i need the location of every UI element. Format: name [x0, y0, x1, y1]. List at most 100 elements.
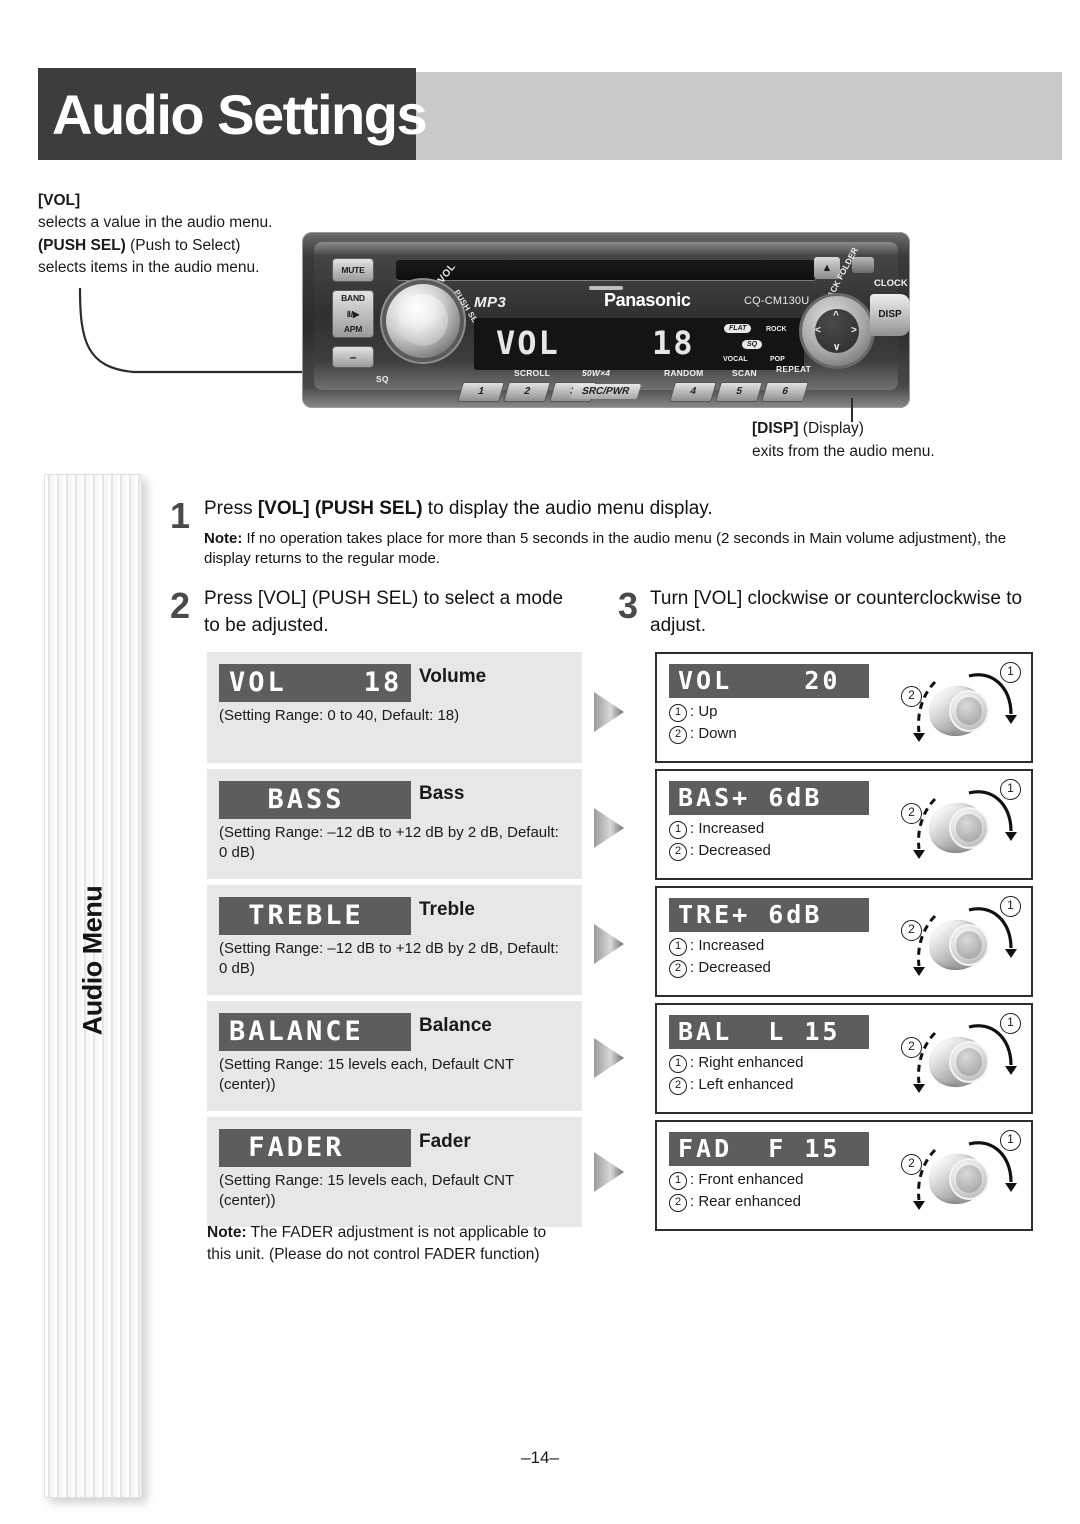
- disp-callout-key-suffix: (Display): [798, 420, 864, 437]
- minus-button[interactable]: –: [332, 346, 374, 368]
- result-card-treble: TRE+ 6dB 1: Increased 2: Decreased 1 2: [655, 886, 1033, 997]
- result-lcd-volume: VOL 20: [669, 664, 869, 698]
- scan-label: SCAN: [732, 368, 757, 378]
- flow-arrow-3: [594, 924, 624, 964]
- release-button[interactable]: [852, 257, 874, 273]
- legend-circle-1: 1: [669, 1055, 687, 1073]
- navigation-pad[interactable]: ^ ∨ < >: [802, 296, 872, 366]
- preset-button-4[interactable]: 4: [669, 382, 717, 402]
- result-legend-fader-text1: : Front enhanced: [690, 1171, 804, 1188]
- vol-callout-key2: (PUSH SEL): [38, 236, 126, 254]
- step-1-number: 1: [170, 495, 191, 536]
- step-1-note-text: If no operation takes place for more tha…: [204, 529, 1007, 568]
- result-legend-bass-text1: : Increased: [690, 820, 765, 837]
- menu-sub-bass: (Setting Range: –12 dB to +12 dB by 2 dB…: [219, 824, 559, 862]
- step-3-bold-a: [VOL]: [693, 588, 743, 609]
- menu-title-bass: Bass: [419, 783, 465, 804]
- result-lcd-treble: TRE+ 6dB: [669, 898, 869, 932]
- disp-callout-key: [DISP]: [752, 420, 799, 437]
- result-card-balance: BAL L 15 1: Right enhanced 2: Left enhan…: [655, 1003, 1033, 1114]
- vol-callout-line1: selects a value in the audio menu.: [38, 214, 273, 232]
- nav-down-icon[interactable]: ∨: [833, 342, 840, 353]
- band-button-sub1: Ⅱ/▶: [346, 308, 360, 319]
- menu-card-bass-row: BASS Bass: [219, 781, 570, 819]
- result-card-fader: FAD F 15 1: Front enhanced 2: Rear enhan…: [655, 1120, 1033, 1231]
- sq-button-label: SQ: [376, 374, 389, 384]
- menu-card-volume: VOL 18 Volume (Setting Range: 0 to 40, D…: [207, 652, 582, 763]
- mp3-logo: MP3: [474, 294, 507, 311]
- nav-up-icon[interactable]: ^: [833, 310, 839, 321]
- step-2-body: Press [VOL] (PUSH SEL) to select a mode …: [204, 586, 584, 640]
- brand-logo: Panasonic: [604, 290, 691, 310]
- preset-button-1[interactable]: 1: [457, 382, 505, 402]
- step-1-lead: Press [VOL] (PUSH SEL) to display the au…: [204, 496, 1008, 522]
- cd-slot: [396, 260, 816, 280]
- preset-button-5[interactable]: 5: [715, 382, 763, 402]
- fader-note-text: The FADER adjustment is not applicable t…: [207, 1224, 547, 1263]
- result-legend-volume-text2: : Down: [690, 724, 737, 742]
- result-legend-fader-text2: : Rear enhanced: [690, 1192, 801, 1210]
- side-tab-label: Audio Menu: [77, 885, 108, 1036]
- result-legend-balance-text1: : Right enhanced: [690, 1054, 804, 1071]
- head-unit-illustration: ▲ MUTE BAND Ⅱ/▶ APM – VOL PUSH SEL MP3 P…: [302, 232, 910, 408]
- preset-button-2[interactable]: 2: [503, 382, 551, 402]
- menu-lcd-volume: VOL 18: [219, 664, 411, 702]
- step-3-body: Turn [VOL] clockwise or counterclockwise…: [650, 586, 1038, 640]
- audio-menu-item-list: VOL 18 Volume (Setting Range: 0 to 40, D…: [207, 652, 582, 1233]
- knob-rotation-figure-fader: 1 2: [895, 1128, 1023, 1224]
- preset-button-6[interactable]: 6: [761, 382, 809, 402]
- page-number: –14–: [521, 1448, 559, 1467]
- repeat-label: REPEAT: [776, 364, 812, 374]
- menu-title-volume: Volume: [419, 666, 487, 687]
- step-2-text-a: Press: [204, 588, 258, 609]
- knob-arrow-label-1: 1: [1000, 1013, 1021, 1034]
- result-card-bass: BAS+ 6dB 1: Increased 2: Decreased 1 2: [655, 769, 1033, 880]
- result-legend-bass-text2: : Decreased: [690, 841, 771, 859]
- band-button[interactable]: BAND Ⅱ/▶ APM: [332, 290, 374, 338]
- menu-lcd-balance: BALANCE: [219, 1013, 411, 1051]
- menu-title-treble: Treble: [419, 899, 475, 920]
- menu-sub-volume: (Setting Range: 0 to 40, Default: 18): [219, 707, 460, 724]
- flow-arrow-2: [594, 808, 624, 848]
- nav-left-icon[interactable]: <: [815, 325, 821, 336]
- sq-indicator-group: FLAT ROCK SQ VOCAL POP: [722, 320, 800, 368]
- flow-arrow-5: [594, 1152, 624, 1192]
- sq-vocal-label: VOCAL: [723, 356, 748, 363]
- scroll-label: SCROLL: [514, 368, 551, 378]
- vol-callout-line2: selects items in the audio menu.: [38, 258, 260, 276]
- knob-arrow-label-2: 2: [901, 1037, 922, 1058]
- knob-arrow-label-1: 1: [1000, 662, 1021, 683]
- knob-arrow-label-2: 2: [901, 1154, 922, 1175]
- adjustment-result-list: VOL 20 1: Up 2: Down 1 2 BAS+ 6dB 1: In…: [655, 652, 1033, 1237]
- src-pwr-button[interactable]: SRC/PWR: [569, 384, 642, 399]
- volume-knob[interactable]: [386, 284, 460, 358]
- band-button-sub2: APM: [343, 323, 363, 334]
- knob-rotation-figure-treble: 1 2: [895, 894, 1023, 990]
- menu-title-balance: Balance: [419, 1015, 492, 1036]
- disp-button[interactable]: DISP: [870, 294, 910, 336]
- result-legend-treble-text1: : Increased: [690, 937, 765, 954]
- power-rating-label: 50W×4: [582, 368, 611, 378]
- unit-lcd-display: VOL 18 FLAT ROCK SQ VOCAL POP: [474, 318, 804, 370]
- step-2-bold-a: [VOL] (PUSH SEL): [257, 588, 419, 609]
- unit-faceplate: ▲ MUTE BAND Ⅱ/▶ APM – VOL PUSH SEL MP3 P…: [314, 242, 910, 402]
- legend-circle-1: 1: [669, 938, 687, 956]
- random-label: RANDOM: [664, 368, 704, 378]
- menu-card-volume-row: VOL 18 Volume: [219, 664, 570, 702]
- page-title: Audio Settings: [52, 83, 428, 146]
- knob-rotation-figure-balance: 1 2: [895, 1011, 1023, 1107]
- knob-arrow-label-1: 1: [1000, 1130, 1021, 1151]
- menu-sub-fader: (Setting Range: 15 levels each, Default …: [219, 1172, 514, 1210]
- mute-button[interactable]: MUTE: [332, 258, 374, 282]
- result-legend-balance-text2: : Left enhanced: [690, 1075, 794, 1093]
- step-1-note: Note: If no operation takes place for mo…: [204, 529, 1008, 570]
- menu-title-fader: Fader: [419, 1131, 471, 1152]
- step-1-note-label: Note:: [204, 529, 243, 547]
- result-legend-volume-text1: : Up: [690, 703, 718, 720]
- legend-circle-2: 2: [669, 725, 687, 744]
- knob-rotation-figure-volume: 1 2: [895, 660, 1023, 756]
- nav-right-icon[interactable]: >: [851, 325, 857, 336]
- legend-circle-2: 2: [669, 1193, 687, 1212]
- fader-note-label: Note:: [207, 1224, 247, 1241]
- flow-arrow-4: [594, 1038, 624, 1078]
